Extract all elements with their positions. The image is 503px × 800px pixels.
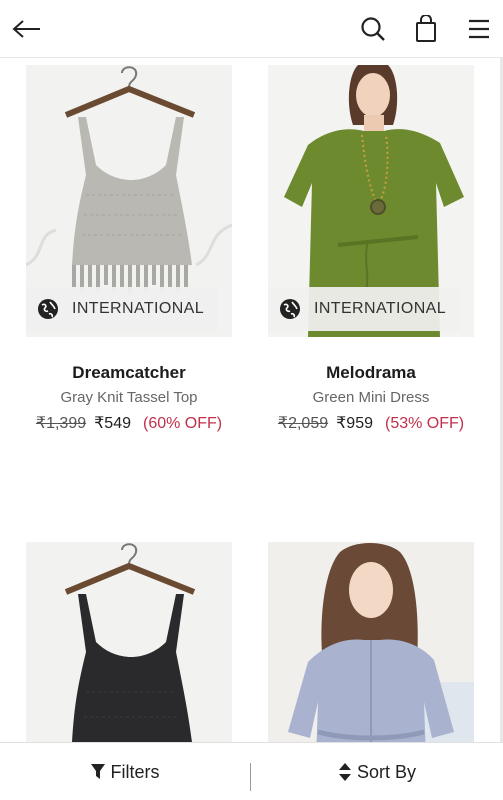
product-card[interactable]: INTERNATIONAL Dreamcatcher Gray Knit Tas… (26, 65, 232, 436)
international-badge: INTERNATIONAL (268, 287, 460, 331)
product-name: Green Mini Dress (312, 389, 430, 406)
product-brand: Dreamcatcher (72, 363, 186, 382)
original-price: ₹2,059 (277, 415, 329, 432)
discount-label: (53% OFF) (384, 415, 465, 432)
international-badge: INTERNATIONAL (26, 287, 218, 331)
bottom-action-bar: Filters Sort By (0, 742, 503, 800)
price-row: ₹2,059 ₹959 (53% OFF) (268, 412, 474, 436)
badge-label: INTERNATIONAL (72, 300, 205, 317)
product-image[interactable]: INTERNATIONAL (26, 65, 232, 337)
sort-label: Sort By (356, 761, 417, 782)
arrow-left-icon[interactable] (10, 12, 44, 46)
product-brand: Melodrama (326, 363, 416, 382)
badge-label: INTERNATIONAL (314, 300, 447, 317)
product-card[interactable] (26, 542, 232, 742)
globe-icon (278, 297, 302, 321)
product-grid: INTERNATIONAL Dreamcatcher Gray Knit Tas… (0, 58, 500, 742)
product-image[interactable] (26, 542, 232, 742)
filters-label: Filters (110, 761, 160, 782)
sort-icon (338, 763, 351, 781)
product-card[interactable] (268, 542, 474, 742)
sort-by-button[interactable]: Sort By (252, 743, 503, 800)
product-image[interactable] (268, 542, 474, 742)
top-app-bar (0, 0, 503, 58)
search-icon[interactable] (356, 12, 390, 46)
globe-icon (36, 297, 60, 321)
product-card[interactable]: INTERNATIONAL Melodrama Green Mini Dress… (268, 65, 474, 436)
price-row: ₹1,399 ₹549 (60% OFF) (26, 412, 232, 436)
shopping-bag-icon[interactable] (409, 12, 443, 46)
product-image[interactable]: INTERNATIONAL (268, 65, 474, 337)
divider (250, 763, 251, 791)
hamburger-menu-icon[interactable] (462, 12, 496, 46)
product-name: Gray Knit Tassel Top (60, 389, 198, 406)
sale-price: ₹959 (336, 415, 373, 432)
original-price: ₹1,399 (35, 415, 87, 432)
filter-icon (90, 764, 105, 780)
sale-price: ₹549 (94, 415, 131, 432)
discount-label: (60% OFF) (142, 415, 223, 432)
filters-button[interactable]: Filters (0, 743, 250, 800)
